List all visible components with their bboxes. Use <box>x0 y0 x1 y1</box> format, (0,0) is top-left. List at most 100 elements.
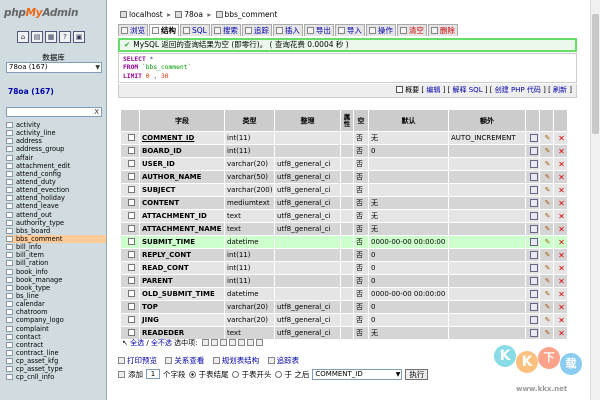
table-icon[interactable] <box>6 260 13 267</box>
browse-distinct-icon[interactable] <box>529 303 538 311</box>
drop-x-icon[interactable]: ✕ <box>557 134 566 143</box>
sidebar-table-item[interactable]: contract <box>6 341 106 349</box>
browse-distinct-icon[interactable] <box>529 277 538 285</box>
browse-distinct-icon[interactable] <box>529 160 538 168</box>
table-icon[interactable] <box>6 358 13 365</box>
edit-pencil-icon[interactable]: ✎ <box>543 199 552 208</box>
sidebar-table-item[interactable]: authority_type <box>6 219 106 227</box>
row-checkbox[interactable] <box>127 134 135 141</box>
row-checkbox[interactable] <box>127 160 135 167</box>
table-icon[interactable] <box>6 350 13 356</box>
table-icon[interactable] <box>6 301 13 308</box>
browse-distinct-icon[interactable] <box>529 251 538 259</box>
help-icon[interactable]: ? <box>59 31 71 43</box>
table-icon[interactable] <box>6 122 13 129</box>
index-icon[interactable] <box>246 339 254 346</box>
home-icon[interactable]: ⌂ <box>17 31 29 43</box>
table-icon[interactable] <box>6 211 13 218</box>
sidebar-table-item[interactable]: chatroom <box>6 308 106 316</box>
sql-window-icon[interactable]: ▤ <box>31 31 43 43</box>
edit-pencil-icon[interactable]: ✎ <box>543 134 552 143</box>
sidebar-table-item[interactable]: attend_evection <box>6 186 106 194</box>
breadcrumb-database[interactable]: 78oa <box>184 10 203 19</box>
sidebar-table-item[interactable]: complaint <box>6 325 106 333</box>
table-icon[interactable] <box>6 374 13 381</box>
primary-key-icon[interactable] <box>228 339 236 346</box>
drop-x-icon[interactable]: ✕ <box>557 186 566 195</box>
sidebar-table-item[interactable]: bill_info <box>6 243 106 251</box>
browse-distinct-icon[interactable] <box>529 264 538 272</box>
drop-x-icon[interactable]: ✕ <box>557 225 566 234</box>
at-begin-radio[interactable] <box>231 370 239 378</box>
sidebar-table-item[interactable]: book_type <box>6 284 106 292</box>
tab-1[interactable]: 结构 <box>149 24 179 36</box>
sidebar-table-item[interactable]: bbs_board <box>6 227 106 235</box>
sidebar-table-item[interactable]: address <box>6 137 106 145</box>
drop-x-icon[interactable]: ✕ <box>557 173 566 182</box>
edit-pencil-icon[interactable]: ✎ <box>543 251 552 260</box>
row-checkbox[interactable] <box>127 147 135 154</box>
row-checkbox[interactable] <box>127 225 135 232</box>
sidebar-table-item[interactable]: contact <box>6 333 106 341</box>
browse-distinct-icon[interactable] <box>529 329 538 337</box>
database-select[interactable]: 78oa (167) ▼ <box>6 62 102 73</box>
tab-9[interactable]: 清空 <box>396 24 427 36</box>
deselect-all-link[interactable]: 全不选 <box>151 339 172 347</box>
drop-x-icon[interactable]: ✕ <box>557 316 566 325</box>
edit-pencil-icon[interactable]: ✎ <box>543 264 552 273</box>
sidebar-table-item[interactable]: contract_line <box>6 349 106 357</box>
table-icon[interactable] <box>6 317 13 324</box>
table-icon[interactable] <box>6 252 13 259</box>
table-icon[interactable] <box>6 146 13 153</box>
edit-pencil-icon[interactable]: ✎ <box>543 238 552 247</box>
edit-sql-link[interactable]: 编辑 <box>426 86 440 94</box>
vertical-scrollbar[interactable] <box>590 0 600 400</box>
tab-3[interactable]: 搜索 <box>210 24 241 36</box>
table-icon[interactable] <box>6 170 13 177</box>
browse-distinct-icon[interactable] <box>529 290 538 298</box>
row-checkbox[interactable] <box>127 316 135 323</box>
row-checkbox[interactable] <box>127 238 135 245</box>
current-database-link[interactable]: 78oa (167) <box>8 87 54 96</box>
browse-selected-icon[interactable] <box>201 339 209 346</box>
refresh-link[interactable]: 刷新 <box>553 86 567 94</box>
tab-6[interactable]: 导出 <box>303 24 334 36</box>
drop-x-icon[interactable]: ✕ <box>557 212 566 221</box>
table-icon[interactable] <box>6 138 13 145</box>
row-checkbox[interactable] <box>127 290 135 297</box>
drop-x-icon[interactable]: ✕ <box>557 147 566 156</box>
table-icon[interactable] <box>6 227 13 234</box>
row-checkbox[interactable] <box>127 212 135 219</box>
table-icon[interactable] <box>6 195 13 202</box>
edit-pencil-icon[interactable]: ✎ <box>543 225 552 234</box>
drop-x-icon[interactable]: ✕ <box>557 264 566 273</box>
edit-pencil-icon[interactable]: ✎ <box>543 160 552 169</box>
edit-pencil-icon[interactable]: ✎ <box>543 316 552 325</box>
create-php-link[interactable]: 创建 PHP 代码 <box>495 86 541 94</box>
table-filter-input[interactable]: X <box>6 107 102 117</box>
breadcrumb-server[interactable]: localhost <box>129 10 163 19</box>
sidebar-table-item[interactable]: bs_line <box>6 292 106 300</box>
unique-icon[interactable] <box>237 339 245 346</box>
edit-pencil-icon[interactable]: ✎ <box>543 173 552 182</box>
edit-pencil-icon[interactable]: ✎ <box>543 329 552 338</box>
row-checkbox[interactable] <box>127 264 135 271</box>
sidebar-table-item[interactable]: attend_duty <box>6 178 106 186</box>
table-icon[interactable] <box>6 309 13 316</box>
sidebar-table-item[interactable]: book_info <box>6 268 106 276</box>
sidebar-table-item[interactable]: company_logo <box>6 316 106 324</box>
profiling-checkbox[interactable] <box>396 86 404 93</box>
row-checkbox[interactable] <box>127 186 135 193</box>
track-table-link[interactable]: 追踪表 <box>277 356 300 365</box>
browse-distinct-icon[interactable] <box>529 316 538 324</box>
table-icon[interactable] <box>6 130 13 137</box>
table-icon[interactable] <box>6 244 13 251</box>
drop-x-icon[interactable]: ✕ <box>557 277 566 286</box>
edit-pencil-icon[interactable]: ✎ <box>543 290 552 299</box>
breadcrumb-table[interactable]: bbs_comment <box>225 10 278 19</box>
edit-selected-icon[interactable] <box>210 339 218 346</box>
sidebar-table-item[interactable]: attend_leave <box>6 202 106 210</box>
sidebar-table-item[interactable]: attend_out <box>6 211 106 219</box>
browse-distinct-icon[interactable] <box>529 134 538 142</box>
docs-icon[interactable]: ▦ <box>45 31 57 43</box>
